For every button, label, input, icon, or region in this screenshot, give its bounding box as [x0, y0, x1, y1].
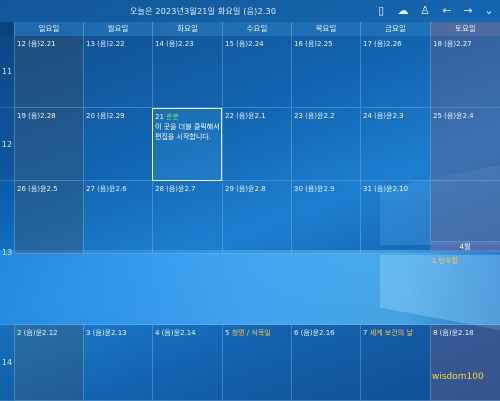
day-date: 20 (음)2.29 [86, 112, 125, 120]
chevron-down-icon[interactable]: ⌄ [482, 4, 496, 18]
day-date: 14 (음)2.23 [155, 40, 194, 48]
day-date: 30 (음)윤2.9 [294, 185, 335, 193]
day-date: 5 청명 / 식목일 [225, 329, 271, 337]
day-cell[interactable]: 24 (음)윤2.3 [360, 108, 430, 181]
day-cell[interactable]: 6 (음)윤2.16 [291, 325, 360, 401]
day-cell[interactable]: 29 (음)윤2.8 [222, 181, 291, 254]
day-cell[interactable]: 7 세계 보건의 날 [360, 325, 430, 401]
day-date: 15 (음)2.24 [225, 40, 264, 48]
user-icon[interactable]: ♙ [418, 4, 432, 18]
day-cell[interactable]: 26 (음)윤2.5 [14, 181, 83, 254]
weekday-tuesday: 화요일 [152, 22, 222, 36]
day-cell[interactable]: 27 (음)윤2.6 [83, 181, 152, 254]
weekday-friday: 금요일 [360, 22, 430, 36]
day-date: 23 (음)윤2.2 [294, 112, 335, 120]
weekday-saturday: 토요일 [430, 22, 500, 36]
day-date: 29 (음)윤2.8 [225, 185, 266, 193]
day-cell[interactable]: 13 (음)2.22 [83, 36, 152, 108]
today-title: 오늘은 2023년3월21일 화요일 (음)2.30 [130, 7, 277, 16]
day-cell[interactable]: 22 (음)윤2.1 [222, 108, 291, 181]
day-cell[interactable]: 12 (음)2.21 [14, 36, 83, 108]
day-note[interactable]: 이 곳을 더블 클릭해서 편집을 시작합니다. [155, 122, 221, 142]
day-cell[interactable]: 30 (음)윤2.9 [291, 181, 360, 254]
day-date: 12 (음)2.21 [17, 40, 56, 48]
day-date: 6 (음)윤2.16 [294, 329, 335, 337]
day-date: 7 세계 보건의 날 [363, 329, 413, 337]
week-number: 11 [0, 36, 14, 108]
day-cell[interactable]: 18 (음)2.27 [430, 36, 500, 108]
month-gap [14, 254, 500, 325]
day-cell[interactable]: 17 (음)2.26 [360, 36, 430, 108]
week-number: 12 [0, 108, 14, 181]
day-date: 13 (음)2.22 [86, 40, 125, 48]
day-cell[interactable]: 4 (음)윤2.14 [152, 325, 222, 401]
day-cell[interactable]: 23 (음)윤2.2 [291, 108, 360, 181]
day-event: 춘분 [166, 113, 180, 121]
day-date: 24 (음)윤2.3 [363, 112, 404, 120]
weekday-thursday: 목요일 [291, 22, 360, 36]
day-cell[interactable]: 28 (음)윤2.7 [152, 181, 222, 254]
day-cell-today[interactable]: 21 춘분 이 곳을 더블 클릭해서 편집을 시작합니다. [152, 108, 222, 181]
day-cell[interactable]: 2 (음)윤2.12 [14, 325, 83, 401]
day-date: 3 (음)윤2.13 [86, 329, 127, 337]
day-cell[interactable]: 15 (음)2.24 [222, 36, 291, 108]
day-date: 8 (음)윤2.18 [433, 329, 474, 337]
day-date: 4 (음)윤2.14 [155, 329, 196, 337]
title-bar: 오늘은 2023년3월21일 화요일 (음)2.30 ▯ ☁ ♙ ← → ⌄ [0, 0, 500, 22]
arrow-left-icon[interactable]: ← [440, 4, 454, 18]
day-date: 18 (음)2.27 [433, 40, 472, 48]
day-cell[interactable]: 5 청명 / 식목일 [222, 325, 291, 401]
month-label: 4월 [430, 242, 500, 252]
watermark-text: wisdom100 [432, 372, 484, 382]
weekday-sunday: 일요일 [14, 22, 83, 36]
day-cell[interactable]: 25 (음)윤2.4 [430, 108, 500, 181]
week-number: 14 [0, 325, 14, 401]
day-date: 31 (음)윤2.10 [363, 185, 409, 193]
day-cell[interactable]: 31 (음)윤2.10 [360, 181, 430, 254]
day-cell[interactable] [430, 181, 500, 242]
day-event[interactable]: 1 만우절 [432, 256, 458, 266]
day-cell[interactable]: 8 (음)윤2.18 [430, 325, 500, 401]
day-date: 16 (음)2.25 [294, 40, 333, 48]
day-date: 22 (음)윤2.1 [225, 112, 266, 120]
day-date: 27 (음)윤2.6 [86, 185, 127, 193]
day-event: 세계 보건의 날 [369, 329, 413, 337]
day-date: 2 (음)윤2.12 [17, 329, 58, 337]
mobile-icon[interactable]: ▯ [374, 4, 388, 18]
weekday-wednesday: 수요일 [222, 22, 291, 36]
weekday-monday: 월요일 [83, 22, 152, 36]
day-cell[interactable]: 20 (음)2.29 [83, 108, 152, 181]
week-number: 13 [0, 181, 14, 325]
day-cell[interactable]: 3 (음)윤2.13 [83, 325, 152, 401]
cloud-icon[interactable]: ☁ [396, 4, 410, 18]
day-date: 19 (음)2.28 [17, 112, 56, 120]
day-date: 28 (음)윤2.7 [155, 185, 196, 193]
arrow-right-icon[interactable]: → [461, 4, 475, 18]
weekday-header: 일요일 월요일 화요일 수요일 목요일 금요일 토요일 [14, 22, 500, 36]
day-event: 청명 / 식목일 [231, 329, 271, 337]
day-date: 25 (음)윤2.4 [433, 112, 474, 120]
day-cell[interactable]: 16 (음)2.25 [291, 36, 360, 108]
day-date: 21 춘분 [155, 113, 180, 121]
day-date: 26 (음)윤2.5 [17, 185, 58, 193]
day-cell[interactable]: 14 (음)2.23 [152, 36, 222, 108]
day-cell[interactable]: 19 (음)2.28 [14, 108, 83, 181]
day-date: 17 (음)2.26 [363, 40, 402, 48]
